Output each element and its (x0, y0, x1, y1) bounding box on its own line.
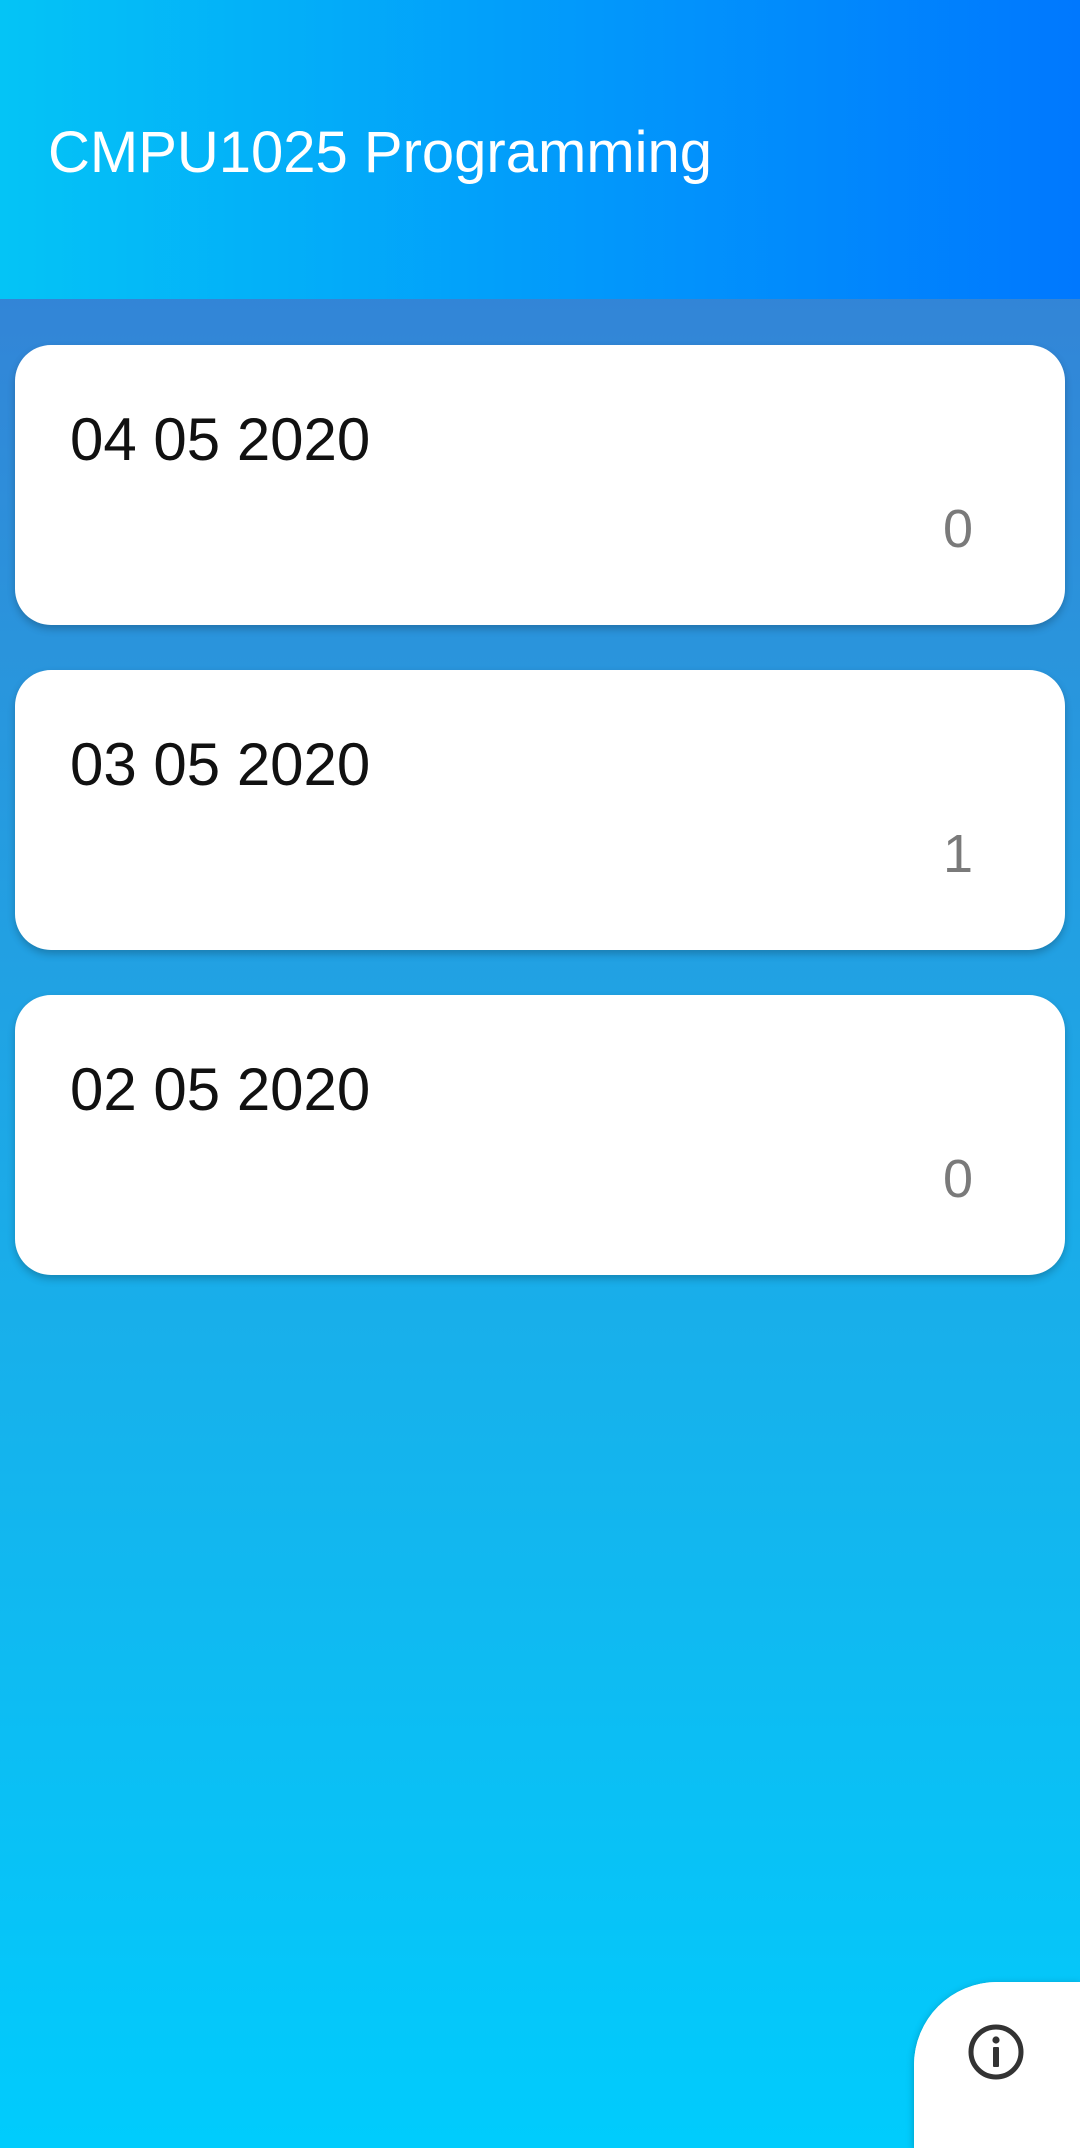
list-item[interactable]: 04 05 2020 0 (15, 345, 1065, 625)
info-button-surface (914, 1982, 1080, 2148)
list-item-count: 0 (942, 499, 973, 559)
list-item-date: 04 05 2020 (70, 406, 371, 473)
list-item-count: 0 (942, 1149, 973, 1209)
list-item[interactable]: 03 05 2020 1 (15, 670, 1065, 950)
list-item-count: 1 (942, 824, 973, 884)
list-item[interactable]: 02 05 2020 0 (15, 995, 1065, 1275)
page-title: CMPU1025 Programming (48, 120, 713, 185)
list-item-date: 03 05 2020 (70, 731, 371, 798)
app-bar: CMPU1025 Programming (0, 0, 1080, 299)
info-button[interactable] (914, 1982, 1080, 2148)
list-item-date: 02 05 2020 (70, 1056, 371, 1123)
date-list: 04 05 2020 0 03 05 2020 1 02 05 2020 0 (15, 345, 1065, 1320)
info-icon (968, 2024, 1024, 2080)
